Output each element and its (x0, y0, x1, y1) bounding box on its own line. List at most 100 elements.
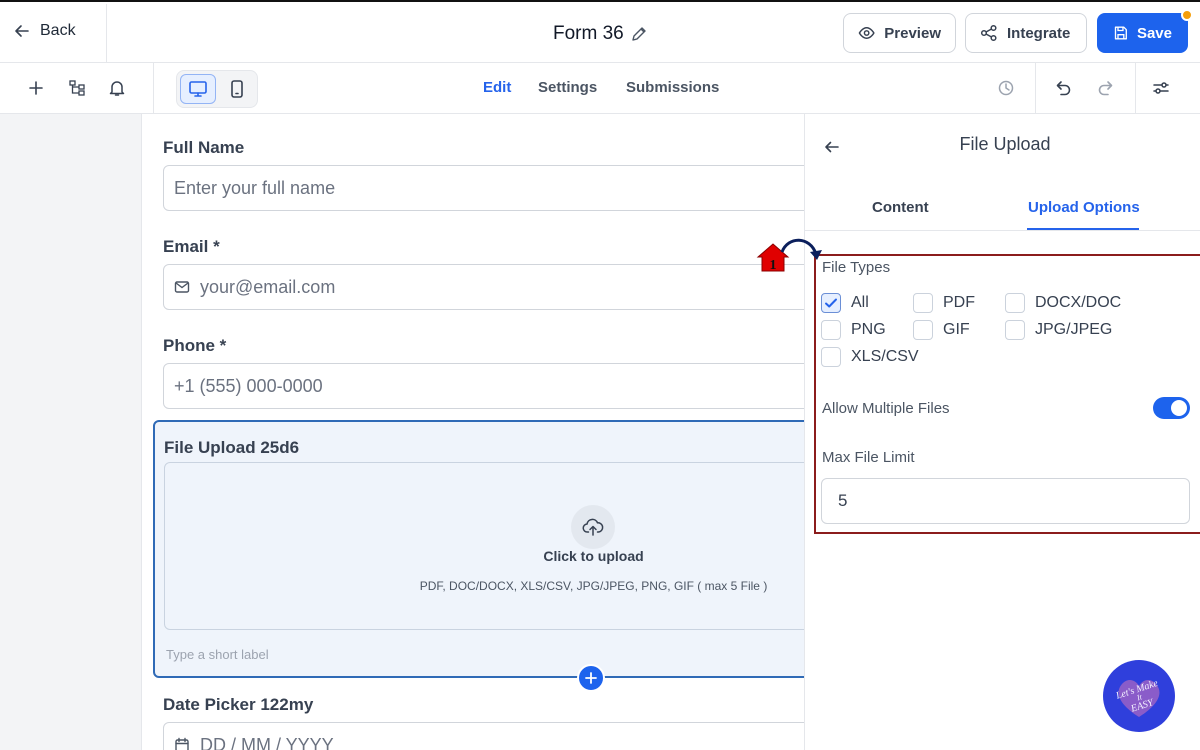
field-settings-panel: File Upload Content Upload Options File … (804, 114, 1200, 750)
mail-icon (174, 281, 190, 293)
divider (153, 63, 154, 114)
field-label-date-picker: Date Picker 122my (163, 695, 314, 714)
watermark-logo: Let's Make It EASY (1103, 660, 1175, 732)
tab-content[interactable]: Content (872, 199, 929, 216)
smartphone-icon (231, 80, 243, 98)
file-type-jpg-checkbox[interactable]: JPG/JPEG (1005, 320, 1112, 340)
cloud-upload-icon (571, 505, 615, 549)
plus-icon (585, 672, 597, 684)
monitor-icon (189, 81, 207, 97)
annotation-marker: 1 (756, 238, 822, 273)
divider (1135, 63, 1136, 114)
calendar-icon (175, 737, 189, 750)
allow-multiple-toggle[interactable] (1153, 397, 1190, 419)
active-tab-indicator (1027, 228, 1139, 230)
checkbox-box[interactable] (1005, 293, 1025, 313)
checkbox-box[interactable] (913, 320, 933, 340)
click-to-upload-text[interactable]: Click to upload (165, 548, 804, 564)
max-file-limit-value: 5 (838, 491, 848, 510)
integrate-label: Integrate (1007, 24, 1071, 42)
back-label: Back (40, 22, 76, 39)
sitemap-icon[interactable] (66, 77, 88, 99)
arrow-left-icon (15, 25, 29, 37)
divider (1035, 63, 1036, 114)
tab-divider (805, 230, 1200, 231)
form-title[interactable]: Form 36 (553, 23, 648, 45)
file-type-gif-checkbox[interactable]: GIF (913, 320, 970, 340)
save-label: Save (1136, 24, 1172, 42)
allow-multiple-label: Allow Multiple Files (822, 400, 950, 417)
file-type-pdf-checkbox[interactable]: PDF (913, 293, 975, 313)
phone-field[interactable]: +1 (555) 000-0000 (163, 363, 804, 409)
checkbox-box[interactable] (821, 320, 841, 340)
full-name-placeholder: Enter your full name (174, 177, 336, 198)
checkbox-label: GIF (943, 321, 970, 338)
upload-dropzone[interactable]: Click to upload PDF, DOC/DOCX, XLS/CSV, … (164, 462, 804, 630)
sliders-icon[interactable] (1150, 77, 1172, 99)
max-file-limit-input[interactable]: 5 (821, 478, 1190, 524)
form-canvas: Full Name Enter your full name Email * y… (141, 114, 804, 750)
email-field[interactable]: your@email.com (163, 264, 804, 310)
desktop-view-button[interactable] (180, 74, 216, 104)
share-nodes-icon (980, 24, 997, 42)
file-types-label: File Types (822, 259, 891, 276)
checkbox-label: All (851, 294, 869, 311)
checkmark-icon (825, 298, 837, 308)
full-name-input[interactable]: Enter your full name (163, 165, 804, 211)
checkbox-box[interactable] (821, 293, 841, 313)
short-label-input[interactable]: Type a short label (166, 647, 269, 662)
file-type-png-checkbox[interactable]: PNG (821, 320, 886, 340)
add-icon[interactable] (25, 77, 47, 99)
toggle-knob (1171, 400, 1187, 416)
checkbox-box[interactable] (821, 347, 841, 367)
pencil-icon[interactable] (630, 25, 648, 43)
checkbox-box[interactable] (913, 293, 933, 313)
integrate-button[interactable]: Integrate (965, 13, 1087, 53)
tab-upload-options[interactable]: Upload Options (1028, 199, 1140, 216)
arrow-head (810, 250, 822, 260)
checkbox-box[interactable] (1005, 320, 1025, 340)
tab-edit[interactable]: Edit (483, 79, 511, 96)
tab-settings[interactable]: Settings (538, 79, 597, 96)
mobile-view-button[interactable] (219, 74, 255, 104)
file-upload-title: File Upload 25d6 (164, 438, 300, 457)
file-type-xls-checkbox[interactable]: XLS/CSV (821, 347, 919, 367)
date-picker-field[interactable]: DD / MM / YYYY (163, 722, 804, 750)
panel-title: File Upload (959, 134, 1051, 154)
marker-number: 1 (770, 258, 777, 273)
bell-icon[interactable] (106, 77, 128, 99)
max-file-limit-label: Max File Limit (822, 449, 915, 466)
back-button[interactable]: Back (14, 22, 76, 40)
preview-button[interactable]: Preview (843, 13, 956, 53)
checkbox-label: PNG (851, 321, 886, 338)
preview-label: Preview (884, 24, 941, 42)
notification-badge (1181, 9, 1193, 21)
save-button[interactable]: Save (1097, 13, 1188, 53)
form-title-text: Form 36 (553, 23, 624, 44)
field-label-phone: Phone * (163, 336, 227, 355)
divider (106, 4, 107, 62)
tab-submissions[interactable]: Submissions (626, 79, 719, 96)
floppy-disk-icon (1114, 26, 1127, 40)
redo-icon[interactable] (1094, 77, 1116, 99)
date-placeholder: DD / MM / YYYY (200, 734, 334, 750)
file-upload-field[interactable]: File Upload 25d6 Click to upload PDF, DO… (153, 420, 804, 678)
undo-icon[interactable] (1053, 77, 1075, 99)
top-header: Back Form 36 Preview Integrate Save (0, 0, 1200, 63)
upload-hint: PDF, DOC/DOCX, XLS/CSV, JPG/JPEG, PNG, G… (419, 579, 768, 593)
checkbox-label: JPG/JPEG (1035, 321, 1113, 338)
add-field-button[interactable] (577, 664, 605, 692)
checkbox-label: PDF (943, 294, 975, 311)
email-placeholder: your@email.com (200, 276, 336, 297)
eye-icon (858, 26, 875, 40)
field-label-full-name: Full Name (163, 138, 245, 157)
field-label-email: Email * (163, 237, 220, 256)
device-toggle (176, 70, 258, 108)
phone-placeholder: +1 (555) 000-0000 (174, 375, 323, 396)
history-icon[interactable] (995, 77, 1017, 99)
file-type-all-checkbox[interactable]: All (821, 293, 869, 313)
editor-toolbar: Edit Settings Submissions (0, 63, 1200, 114)
file-type-docx-checkbox[interactable]: DOCX/DOC (1005, 293, 1121, 313)
checkbox-label: XLS/CSV (851, 348, 919, 365)
checkbox-label: DOCX/DOC (1035, 294, 1122, 311)
